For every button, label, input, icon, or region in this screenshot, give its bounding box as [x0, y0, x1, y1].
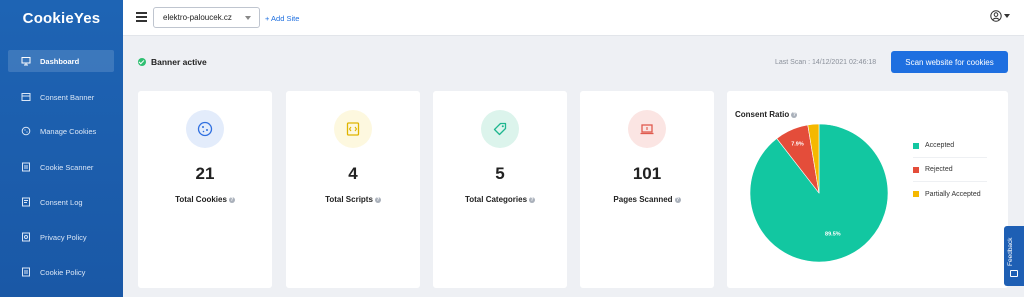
- check-circle-icon: [138, 58, 146, 66]
- consent-ratio-card: Consent Ratio? 89.5% 7.9% Accepted Rejecte…: [727, 91, 1008, 288]
- add-site-link[interactable]: + Add Site: [265, 14, 299, 23]
- site-select-value: elektro-paloucek.cz: [163, 13, 232, 22]
- top-bar: elektro-paloucek.cz + Add Site: [123, 0, 1024, 36]
- log-icon: [21, 197, 31, 207]
- banner-status: Banner active: [138, 57, 207, 67]
- menu-icon[interactable]: [136, 12, 147, 23]
- chevron-down-icon: [245, 16, 251, 20]
- last-scan-text: Last Scan : 14/12/2021 02:46:18: [775, 59, 877, 66]
- sidebar-item-label: Dashboard: [40, 56, 80, 66]
- pie-data-label: 89.5%: [825, 231, 841, 237]
- sidebar-item-cookie-scanner[interactable]: Cookie Scanner: [8, 156, 114, 178]
- help-icon[interactable]: ?: [529, 196, 536, 203]
- stat-card-pages-scanned: 101 Pages Scanned?: [580, 91, 714, 288]
- stat-label: Total Scripts?: [325, 195, 381, 204]
- stat-card-total-cookies: 21 Total Cookies?: [138, 91, 272, 288]
- user-icon: [990, 10, 1002, 22]
- legend-swatch: [913, 142, 919, 149]
- sidebar-item-cookie-policy[interactable]: Cookie Policy: [8, 261, 114, 283]
- stat-value: 21: [195, 164, 215, 183]
- help-icon[interactable]: ?: [674, 196, 681, 203]
- legend-label: Rejected: [925, 166, 953, 173]
- sidebar-item-manage-cookies[interactable]: Manage Cookies: [8, 120, 114, 142]
- brand-logo[interactable]: CookieYes: [0, 0, 123, 36]
- sidebar-item-label: Consent Log: [40, 197, 83, 207]
- sidebar: CookieYes Dashboard Consent Banner Manag…: [0, 0, 123, 297]
- stat-label: Pages Scanned?: [613, 195, 681, 204]
- sidebar-item-label: Manage Cookies: [40, 126, 97, 136]
- monitor-icon: [21, 56, 31, 66]
- legend-swatch: [913, 191, 919, 197]
- scan-website-button[interactable]: Scan website for cookies: [891, 51, 1008, 73]
- feedback-tab[interactable]: Feedback: [1004, 226, 1024, 286]
- sidebar-item-dashboard[interactable]: Dashboard: [8, 50, 114, 72]
- sidebar-item-label: Cookie Policy: [40, 267, 86, 277]
- legend-swatch: [913, 166, 919, 173]
- stat-card-total-scripts: 4 Total Scripts?: [286, 91, 420, 288]
- feedback-label: Feedback: [1007, 237, 1014, 266]
- sidebar-item-consent-banner[interactable]: Consent Banner: [8, 86, 114, 108]
- sidebar-item-privacy-policy[interactable]: Privacy Policy: [8, 226, 114, 248]
- banner-status-label: Banner active: [151, 57, 207, 67]
- site-select[interactable]: elektro-paloucek.cz: [153, 7, 260, 28]
- sidebar-item-label: Cookie Scanner: [40, 162, 94, 172]
- document-icon: [21, 267, 31, 277]
- cookie-icon: [21, 126, 31, 136]
- sidebar-item-label: Privacy Policy: [40, 232, 87, 242]
- script-icon: [334, 110, 372, 148]
- message-icon: [1010, 270, 1018, 277]
- chart-legend: Accepted Rejected Partially Accepted: [913, 134, 987, 206]
- legend-item[interactable]: Rejected: [913, 158, 987, 182]
- sidebar-item-consent-log[interactable]: Consent Log: [8, 191, 114, 213]
- stat-value: 4: [348, 164, 358, 183]
- consent-ratio-title: Consent Ratio?: [735, 110, 798, 119]
- laptop-icon: [628, 110, 666, 148]
- help-icon[interactable]: ?: [374, 196, 381, 203]
- legend-label: Partially Accepted: [925, 190, 981, 198]
- consent-pie-chart: 89.5% 7.9%: [749, 123, 889, 263]
- legend-label: Accepted: [925, 142, 955, 149]
- user-menu[interactable]: [990, 10, 1010, 22]
- stat-value: 5: [495, 164, 505, 183]
- scanner-icon: [21, 162, 31, 172]
- legend-item[interactable]: Accepted: [913, 134, 987, 158]
- tag-icon: [481, 110, 519, 148]
- cookie-icon: [186, 110, 224, 148]
- stat-card-total-categories: 5 Total Categories?: [433, 91, 567, 288]
- stat-label: Total Categories?: [464, 195, 536, 204]
- shield-icon: [21, 232, 31, 242]
- pie-data-label: 7.9%: [791, 142, 804, 148]
- sidebar-item-label: Consent Banner: [40, 92, 95, 102]
- help-icon[interactable]: ?: [791, 111, 798, 118]
- chevron-down-icon: [1004, 14, 1010, 18]
- banner-icon: [21, 92, 31, 102]
- stat-value: 101: [632, 164, 662, 183]
- help-icon[interactable]: ?: [228, 196, 235, 203]
- legend-item[interactable]: Partially Accepted: [913, 182, 987, 206]
- stat-label: Total Cookies?: [175, 195, 235, 204]
